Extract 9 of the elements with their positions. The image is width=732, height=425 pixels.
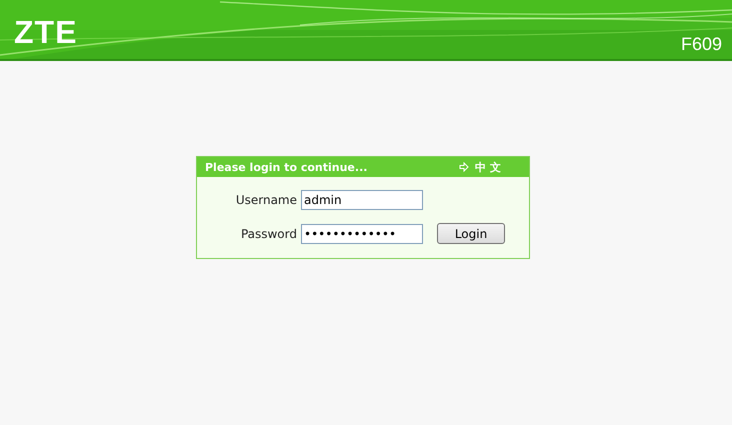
field-label: Username [234,193,297,207]
model-name: F609 [680,34,722,54]
login-button[interactable]: Login [437,223,505,244]
logo: ZTE [14,14,78,50]
password-field[interactable]: ••••••••••••• [301,224,423,244]
username-field[interactable]: admin [301,190,423,210]
arrow-right-icon [459,162,470,172]
field-label: Password [240,226,297,240]
panel-title: Please login to continue... [205,160,368,174]
